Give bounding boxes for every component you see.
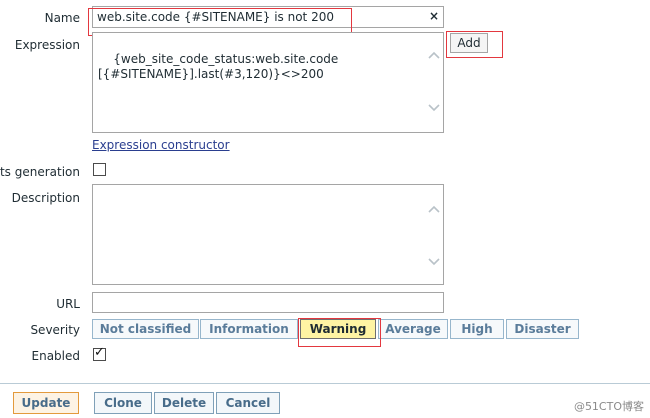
- events-generation-checkbox[interactable]: [93, 163, 106, 176]
- severity-warning-button[interactable]: Warning: [300, 319, 376, 339]
- severity-label: Severity: [30, 323, 80, 337]
- severity-high-button[interactable]: High: [450, 319, 504, 339]
- expression-constructor-link[interactable]: Expression constructor: [92, 138, 230, 152]
- url-label: URL: [56, 297, 80, 311]
- name-input-value: web.site.code {#SITENAME} is not 200: [97, 10, 334, 24]
- name-label: Name: [44, 11, 80, 25]
- description-label: Description: [11, 191, 80, 205]
- scroll-down-icon[interactable]: [427, 257, 441, 267]
- cancel-button[interactable]: Cancel: [216, 392, 280, 414]
- delete-button[interactable]: Delete: [154, 392, 214, 414]
- enabled-label: Enabled: [31, 349, 81, 363]
- scroll-up-icon[interactable]: [427, 204, 441, 214]
- check-icon: ✓: [94, 345, 105, 360]
- scroll-up-icon[interactable]: [427, 50, 441, 60]
- enabled-checkbox[interactable]: ✓: [93, 345, 106, 361]
- events-generation-label: nts generation: [0, 165, 80, 179]
- add-button[interactable]: Add: [450, 33, 488, 53]
- url-input[interactable]: [92, 292, 444, 313]
- severity-not-classified-button[interactable]: Not classified: [92, 319, 199, 339]
- expression-value: {web_site_code_status:web.site.code [{#S…: [98, 52, 339, 81]
- clear-icon[interactable]: ×: [429, 9, 439, 23]
- trigger-form-page: Name web.site.code {#SITENAME} is not 20…: [0, 0, 650, 418]
- severity-average-button[interactable]: Average: [378, 319, 448, 339]
- expression-textarea[interactable]: {web_site_code_status:web.site.code [{#S…: [92, 32, 444, 133]
- update-button[interactable]: Update: [13, 392, 79, 414]
- watermark: @51CTO博客: [573, 400, 644, 413]
- footer-divider: [0, 383, 650, 384]
- name-input[interactable]: web.site.code {#SITENAME} is not 200: [92, 6, 444, 28]
- severity-information-button[interactable]: Information: [200, 319, 298, 339]
- description-textarea[interactable]: [92, 184, 444, 285]
- scroll-down-icon[interactable]: [427, 103, 441, 113]
- severity-disaster-button[interactable]: Disaster: [506, 319, 579, 339]
- clone-button[interactable]: Clone: [94, 392, 152, 414]
- expression-label: Expression: [14, 38, 80, 52]
